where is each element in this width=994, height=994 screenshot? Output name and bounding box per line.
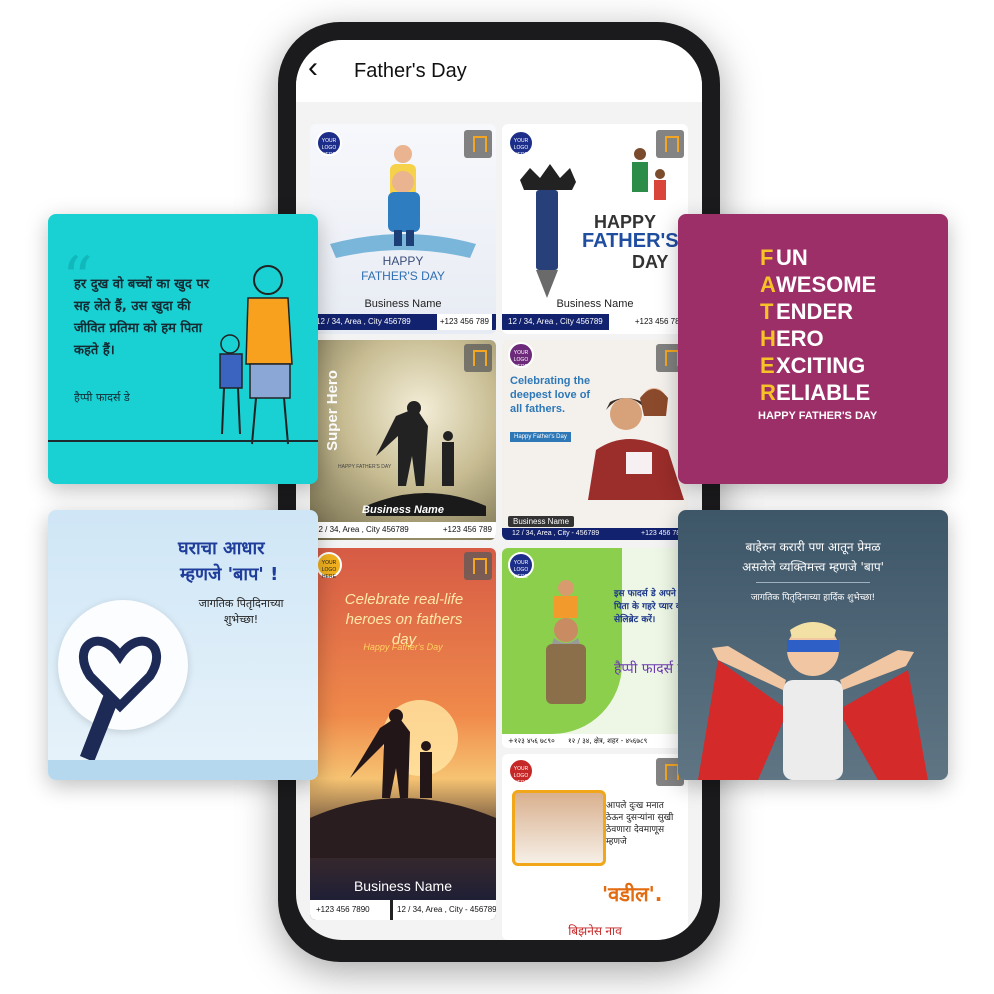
happy-fathers-day-footer: HAPPY FATHER'S DAY: [758, 410, 878, 422]
floating-card-marathi-tie[interactable]: घराचा आधार म्हणजे 'बाप' ! जागतिक पितृदिन…: [48, 510, 318, 780]
bottom-bar: [48, 760, 318, 780]
floating-card-father-acronym[interactable]: F UN AWESOME T ENDER HERO EXCITING RELIABL…: [678, 214, 948, 484]
marathi-quote: आपले दुःख मनात ठेऊन दुसऱ्यांना सुखी ठेवण…: [606, 801, 674, 847]
acronym-row: HERO: [760, 326, 824, 351]
template-card-3[interactable]: Super Hero HAPPY FATHER'S DAY Business N…: [310, 340, 496, 540]
address-text: 12 / 34, Area , City - 456789: [512, 530, 600, 537]
logo-badge: YOUR LOGO HERE: [508, 130, 534, 158]
logo-badge: YOUR LOGO HERE: [508, 552, 534, 580]
father-acronym-list: F UN AWESOME T ENDER HERO EXCITING RELIABL…: [760, 244, 876, 406]
marathi-line2: असलेले व्यक्तिमत्त्व म्हणजे 'बाप': [742, 560, 884, 574]
logo-badge: YOUR LOGO HERE: [508, 342, 534, 370]
hindi-footer-text: हैप्पी फादर्स डे: [74, 391, 130, 404]
hindi-quote-text: हर दुख वो बच्चों का खुद पर सह लेते हैं, …: [74, 277, 210, 358]
business-name: बिझनेस नाव: [568, 924, 622, 938]
business-name: Business Name: [364, 298, 442, 310]
hero-silhouette: [310, 700, 496, 858]
address-text: 12 / 34, Area , City 456789: [502, 314, 609, 330]
phone-text: +१२३ ४५६ ७८९०: [508, 737, 555, 745]
marathi-hindi-text: इस फादर्स डे अपने पिता के गहरे प्यार को …: [614, 589, 686, 625]
greeting-text: हैप्पी फादर्स डे: [614, 661, 686, 677]
fathers-day-text: FATHER'S DAY: [361, 269, 445, 283]
celebrate-headline: Celebrate real-life heroes on fathers da…: [344, 591, 464, 648]
baby-photo: [512, 790, 606, 866]
phone-text: +123 456 789: [442, 525, 492, 534]
address-text: १२ / ३४, क्षेत्र, शहर - ४५६७८९: [568, 737, 648, 745]
business-name: Business Name: [556, 298, 634, 310]
card-footer: +123 456 7890 12 / 34, Area , City - 456…: [310, 900, 496, 920]
card-footer: 12 / 34, Area , City 456789 +123 456 789: [310, 522, 496, 538]
happy-fathers-day-tag: Happy Father's Day: [363, 642, 443, 652]
celebrating-headline: Celebrating the deepest love of all fath…: [510, 375, 591, 415]
phone-screen: ‹ Father's Day YOUR LOGO HERE HAPPY FATH…: [296, 40, 702, 940]
phone-text: +123 456 789: [436, 314, 492, 330]
marathi-title-line2: म्हणजे 'बाप' !: [180, 564, 279, 585]
card-footer: +१२३ ४५६ ७८९० १२ / ३४, क्षेत्र, शहर - ४५…: [502, 734, 688, 748]
template-card-2[interactable]: YOUR LOGO HERE HAPPY FATHER'S DAY Busine…: [502, 124, 688, 334]
vadil-word: 'वडील'.: [602, 882, 663, 906]
father-child-illustration: [330, 145, 476, 258]
marathi-title-line1: घराचा आधार: [178, 538, 265, 559]
app-bar: ‹ Father's Day: [296, 40, 702, 102]
acronym-row: AWESOME: [760, 272, 877, 297]
template-card-7[interactable]: YOUR LOGO HERE आपले दुःख मनात ठेऊन दुसऱ्…: [502, 754, 688, 940]
logo-badge: YOUR LOGO HERE: [508, 758, 534, 786]
marathi-line1: बाहेरुन करारी पण आतून प्रेमळ: [745, 540, 881, 554]
acronym-row: EXCITING: [760, 353, 866, 378]
hero-silhouette: [366, 401, 486, 516]
business-name: Business Name: [508, 516, 575, 527]
business-name: Business Name: [362, 504, 444, 516]
father-child-photo: [588, 388, 684, 500]
floating-card-hindi-quote[interactable]: “ हर दुख वो बच्चों का खुद पर सह लेते हैं…: [48, 214, 318, 484]
acronym-row: RELIABLE: [760, 380, 871, 405]
card-footer: 12 / 34, Area , City 456789 +123 456 789: [502, 314, 688, 330]
happy-text: HAPPY: [382, 254, 424, 268]
acronym-row: F UN: [760, 245, 808, 270]
phone-text: +123 456 7890: [316, 905, 370, 914]
phone-frame: ‹ Father's Day YOUR LOGO HERE HAPPY FATH…: [278, 22, 720, 962]
super-hero-title: Super Hero: [323, 370, 341, 451]
fathers-text: FATHER'S: [582, 230, 679, 252]
card-footer: 12 / 34, Area , City 456789 +123 456 789: [310, 314, 496, 330]
crown-pen-illustration: [520, 164, 576, 298]
logo-badge: YOUR LOGO HERE: [316, 552, 342, 580]
card-footer: 12 / 34, Area , City - 456789 +123 456 7…: [502, 528, 688, 540]
template-card-5[interactable]: YOUR LOGO HERE Celebrate real-life heroe…: [310, 548, 496, 920]
address-text: 12 / 34, Area , City 456789: [316, 317, 411, 326]
bookmark-icon[interactable]: [464, 344, 492, 372]
template-card-6[interactable]: YOUR LOGO HERE इस फादर्स डे अपने पिता के…: [502, 548, 688, 748]
phone-text: +123 456 789: [634, 317, 684, 326]
template-card-1[interactable]: YOUR LOGO HERE HAPPY FATHER'S DAY Busine…: [310, 124, 496, 334]
back-arrow-icon[interactable]: ‹: [308, 53, 336, 84]
business-name: Business Name: [353, 878, 453, 894]
page-title: Father's Day: [354, 60, 467, 82]
day-text: DAY: [632, 252, 669, 272]
bookmark-icon[interactable]: [464, 552, 492, 580]
tie-heart-illustration: [79, 636, 161, 762]
divider: [756, 582, 870, 583]
happy-fathers-day-tag: Happy Father's Day: [510, 432, 571, 442]
address-text: 12 / 34, Area , City 456789: [314, 525, 409, 534]
father-child-photo: [546, 580, 586, 704]
template-card-4[interactable]: YOUR LOGO HERE Celebrating the deepest l…: [502, 340, 688, 540]
superhero-kid-illustration: [698, 622, 928, 780]
ground-line: [48, 440, 318, 442]
marathi-subtitle: जागतिक पितृदिनाच्या शुभेच्छा!: [198, 597, 284, 626]
acronym-row: T ENDER: [760, 299, 854, 324]
floating-card-marathi-superhero[interactable]: बाहेरुन करारी पण आतून प्रेमळ असलेले व्यक…: [678, 510, 948, 780]
address-text: 12 / 34, Area , City - 456789: [390, 900, 496, 920]
